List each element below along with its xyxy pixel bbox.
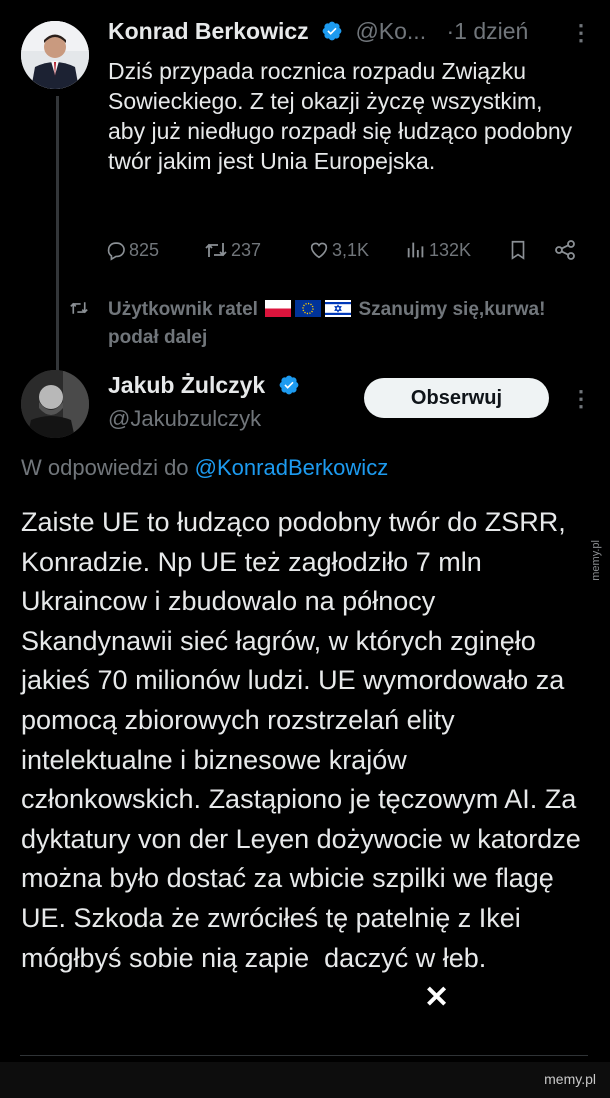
reply-mention-link[interactable]: @KonradBerkowicz xyxy=(195,455,389,480)
reply-icon xyxy=(107,242,125,261)
tweet1-actions: 825 237 3,1K 132K xyxy=(105,234,585,266)
share-icon[interactable] xyxy=(553,234,577,266)
divider xyxy=(20,1055,588,1056)
footer-watermark: memy.pl xyxy=(544,1071,596,1087)
tweet2-text: Zaiste UE to łudząco podobny twór do ZSR… xyxy=(21,507,581,973)
repost-icon xyxy=(205,243,227,257)
repost-count: 237 xyxy=(231,239,262,260)
thread-connector-line xyxy=(56,96,59,372)
watermark-footer: memy.pl xyxy=(0,1062,610,1098)
like-count: 3,1K xyxy=(332,239,370,260)
israel-flag-icon xyxy=(325,298,352,317)
reposter-text[interactable]: Użytkownik ratel xyxy=(108,299,258,320)
eu-flag-icon xyxy=(295,298,322,317)
overlay-cross-mark: ✕ xyxy=(424,981,450,1014)
views-count: 132K xyxy=(429,239,472,260)
bookmark-icon[interactable] xyxy=(507,234,529,266)
verified-badge-icon xyxy=(278,374,300,402)
avatar-image xyxy=(21,370,89,438)
author-name[interactable]: Jakub Żulczyk xyxy=(108,372,265,398)
tweet1-text: Dziś przypada rocznica rozpadu Związku S… xyxy=(108,58,573,174)
reply-context: W odpowiedzi do @KonradBerkowicz xyxy=(21,455,388,481)
like-button[interactable]: 3,1K xyxy=(308,234,369,266)
views-icon xyxy=(407,242,424,258)
reply-count: 825 xyxy=(129,239,160,260)
verified-badge-icon xyxy=(321,20,343,48)
avatar-konrad-berkowicz[interactable] xyxy=(21,21,89,89)
repost-suffix: podał dalej xyxy=(108,327,208,348)
tweet-time[interactable]: ·1 dzień xyxy=(446,18,528,44)
follow-button[interactable]: Obserwuj xyxy=(364,378,549,418)
reposter-display-name[interactable]: Szanujmy się,kurwa! xyxy=(359,299,546,320)
reply-prefix: W odpowiedzi do xyxy=(21,455,189,480)
author-name[interactable]: Konrad Berkowicz xyxy=(108,18,309,44)
avatar-image xyxy=(21,21,89,89)
avatar-jakub-zulczyk[interactable] xyxy=(21,370,89,438)
tweet1-header: Konrad Berkowicz @Ko... ·1 dzień xyxy=(108,18,588,50)
author-handle[interactable]: @Jakubzulczyk xyxy=(108,406,261,432)
repost-button[interactable]: 237 xyxy=(203,234,261,266)
more-icon[interactable]: ⋮ xyxy=(570,386,592,412)
repost-icon xyxy=(68,298,90,326)
author-handle[interactable]: @Ko... xyxy=(355,18,426,44)
reply-button[interactable]: 825 xyxy=(105,234,159,266)
views-button[interactable]: 132K xyxy=(405,234,471,266)
like-icon xyxy=(310,242,328,259)
poland-flag-icon xyxy=(265,298,292,317)
side-watermark: memy.pl xyxy=(590,540,602,581)
timeline: Konrad Berkowicz @Ko... ·1 dzień ⋮ Dziś … xyxy=(0,0,610,1062)
more-icon[interactable]: ⋮ xyxy=(570,20,592,46)
tweet2-header: Jakub Żulczyk xyxy=(108,372,306,402)
repost-notice: Użytkownik ratel Szanujmy się,kurwa! pod… xyxy=(70,296,602,352)
